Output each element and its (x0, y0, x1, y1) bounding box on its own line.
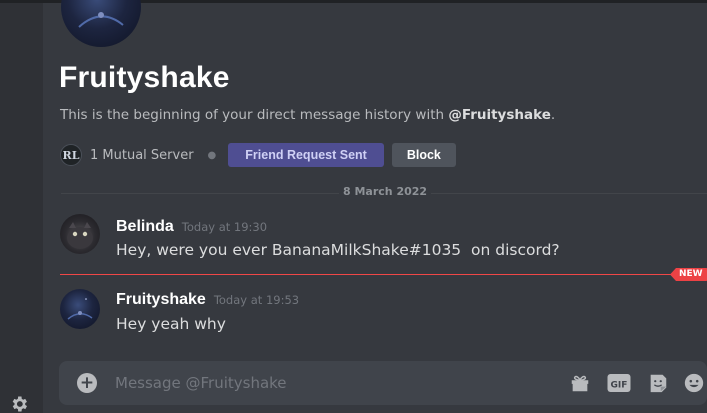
emoji-icon[interactable] (683, 372, 705, 394)
friend-request-sent-button[interactable]: Friend Request Sent (228, 143, 384, 167)
separator-dot: ● (207, 149, 217, 161)
dm-description-prefix: This is the beginning of your direct mes… (60, 107, 449, 123)
gift-icon[interactable] (569, 372, 591, 394)
dm-channel: Fruityshake This is the beginning of you… (43, 0, 707, 413)
message-timestamp: Today at 19:30 (181, 220, 268, 234)
mutual-server-row: RL 1 Mutual Server ● Friend Request Sent… (60, 143, 456, 167)
dm-description: This is the beginning of your direct mes… (60, 107, 555, 123)
block-button[interactable]: Block (391, 143, 456, 167)
message-input[interactable] (115, 361, 545, 405)
message-composer: + GIF (59, 361, 707, 405)
dm-title: Fruityshake (59, 61, 230, 94)
dm-description-handle: @Fruityshake (448, 107, 551, 123)
avatar[interactable] (60, 289, 100, 329)
dm-description-suffix: . (550, 107, 556, 123)
message-author[interactable]: Belinda (116, 218, 174, 236)
server-icon[interactable]: RL (60, 144, 82, 166)
plus-circle-icon[interactable]: + (77, 373, 97, 393)
profile-avatar (61, 0, 141, 47)
message-header: Belinda Today at 19:30 (116, 218, 267, 236)
message-header: Fruityshake Today at 19:53 (116, 291, 299, 309)
new-badge: NEW (670, 268, 707, 281)
gear-icon[interactable] (9, 394, 29, 413)
message-text: Hey, were you ever BananaMilkShake#1035 … (116, 241, 560, 259)
sticker-icon[interactable] (647, 372, 669, 394)
gif-icon[interactable]: GIF (607, 373, 631, 393)
message-author[interactable]: Fruityshake (116, 291, 206, 309)
date-divider-label: 8 March 2022 (339, 185, 432, 198)
message-text: Hey yeah why (116, 315, 226, 333)
message-timestamp: Today at 19:53 (213, 293, 300, 307)
mutual-servers-link[interactable]: 1 Mutual Server (90, 148, 194, 163)
gif-icon-label: GIF (611, 381, 628, 391)
left-rail (0, 3, 43, 413)
avatar[interactable] (60, 214, 100, 254)
new-messages-divider (60, 274, 676, 275)
